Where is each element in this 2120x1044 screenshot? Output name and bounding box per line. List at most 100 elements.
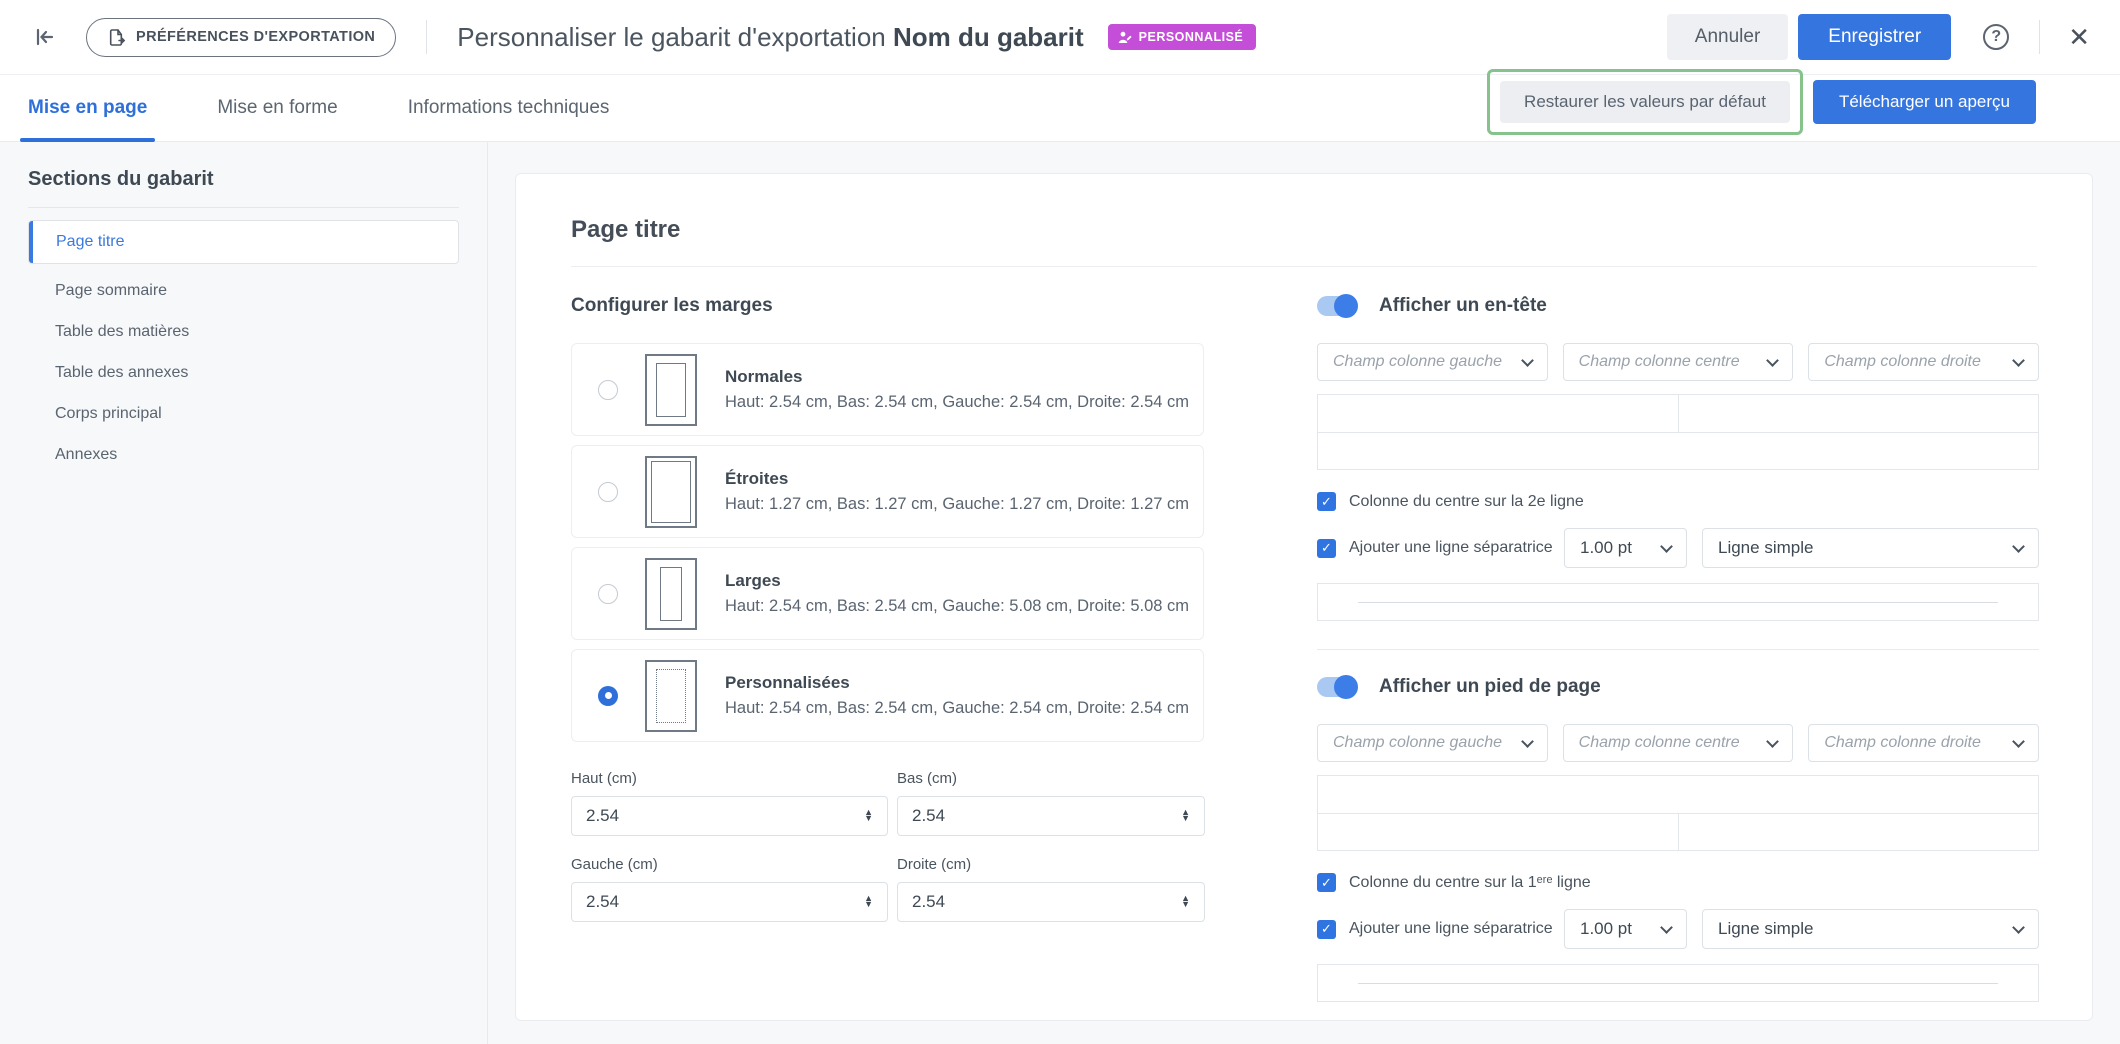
save-button[interactable]: Enregistrer [1798, 14, 1951, 60]
footer-separator-checkbox[interactable]: ✓ [1317, 920, 1336, 939]
header-preview-row-2 [1318, 432, 2038, 469]
bas-input[interactable]: 2.54 ▲▼ [897, 796, 1205, 836]
sidebar-item-page-titre[interactable]: Page titre [28, 220, 459, 264]
margin-option-personnalisees[interactable]: Personnalisées Haut: 2.54 cm, Bas: 2.54 … [571, 649, 1204, 742]
section-title: Page titre [571, 216, 2037, 244]
collapse-sidebar-button[interactable] [30, 23, 58, 51]
footer-separator-style-select[interactable]: Ligne simple [1702, 909, 2039, 949]
sidebar-item-page-sommaire[interactable]: Page sommaire [28, 270, 459, 311]
margin-option-details: Haut: 2.54 cm, Bas: 2.54 cm, Gauche: 5.0… [725, 597, 1189, 616]
select-placeholder: Champ colonne droite [1824, 353, 1981, 371]
header-center-checkbox-label: Colonne du centre sur la 2e ligne [1349, 493, 1584, 511]
chevron-down-icon [1766, 354, 1779, 367]
footer-separator-thickness-select[interactable]: 1.00 pt [1564, 909, 1687, 949]
field-droite: Droite (cm) 2.54 ▲▼ [897, 856, 1205, 922]
chevron-down-icon [2012, 735, 2025, 748]
stepper-down-icon[interactable]: ▼ [864, 816, 873, 822]
footer-select-right-column[interactable]: Champ colonne droite [1808, 724, 2039, 762]
margin-option-details: Haut: 2.54 cm, Bas: 2.54 cm, Gauche: 2.5… [725, 393, 1189, 412]
sidebar-item-corps-principal[interactable]: Corps principal [28, 393, 459, 434]
header-center-checkbox-row: ✓ Colonne du centre sur la 2e ligne [1317, 492, 2039, 511]
tab-mise-en-page[interactable]: Mise en page [24, 75, 151, 141]
radio-personnalisees[interactable] [598, 686, 618, 706]
radio-etroites[interactable] [598, 482, 618, 502]
droite-input[interactable]: 2.54 ▲▼ [897, 882, 1205, 922]
margin-option-etroites[interactable]: Étroites Haut: 1.27 cm, Bas: 1.27 cm, Ga… [571, 445, 1204, 538]
footer-select-center-column[interactable]: Champ colonne centre [1563, 724, 1794, 762]
sidebar-item-table-des-annexes[interactable]: Table des annexes [28, 352, 459, 393]
footer-select-left-column[interactable]: Champ colonne gauche [1317, 724, 1548, 762]
export-preferences-label: PRÉFÉRENCES D'EXPORTATION [136, 29, 375, 45]
header-separator-thickness-select[interactable]: 1.00 pt [1564, 528, 1687, 568]
footer-preview-cell [1318, 776, 2038, 813]
field-haut-label: Haut (cm) [571, 770, 888, 787]
footer-toggle[interactable] [1317, 677, 1355, 697]
header-toggle[interactable] [1317, 296, 1355, 316]
footer-separator-row: ✓ Ajouter une ligne séparatrice 1.00 pt … [1317, 909, 2039, 949]
margin-option-title: Normales [725, 367, 1189, 387]
sidebar-item-table-des-matieres[interactable]: Table des matières [28, 311, 459, 352]
chevron-down-icon [1660, 921, 1673, 934]
gauche-input[interactable]: 2.54 ▲▼ [571, 882, 888, 922]
header-separator-style-select[interactable]: Ligne simple [1702, 528, 2039, 568]
radio-normales[interactable] [598, 380, 618, 400]
header-select-center-column[interactable]: Champ colonne centre [1563, 343, 1794, 381]
header-center-checkbox[interactable]: ✓ [1317, 492, 1336, 511]
chevron-down-icon [1521, 354, 1534, 367]
margin-option-larges[interactable]: Larges Haut: 2.54 cm, Bas: 2.54 cm, Gauc… [571, 547, 1204, 640]
close-button[interactable]: ✕ [2040, 24, 2090, 50]
header-preview-cell [1318, 433, 2038, 469]
header-footer-divider [1317, 649, 2039, 650]
chevron-down-icon [1660, 540, 1673, 553]
stepper-icon[interactable]: ▲▼ [1181, 896, 1190, 908]
stepper-icon[interactable]: ▲▼ [864, 810, 873, 822]
stepper-icon[interactable]: ▲▼ [864, 896, 873, 908]
header-separator-checkbox[interactable]: ✓ [1317, 539, 1336, 558]
cancel-button[interactable]: Annuler [1667, 14, 1789, 60]
header-divider [426, 20, 427, 54]
footer-center-checkbox[interactable]: ✓ [1317, 873, 1336, 892]
footer-separator-checkbox-label: Ajouter une ligne séparatrice [1349, 920, 1553, 938]
chevron-down-icon [2012, 540, 2025, 553]
select-placeholder: Champ colonne centre [1579, 734, 1740, 752]
header-separator-checkbox-label: Ajouter une ligne séparatrice [1349, 539, 1553, 557]
tab-informations-techniques[interactable]: Informations techniques [404, 75, 614, 141]
download-preview-button[interactable]: Télécharger un aperçu [1813, 80, 2036, 124]
export-preferences-button[interactable]: PRÉFÉRENCES D'EXPORTATION [86, 18, 396, 57]
margin-option-normales[interactable]: Normales Haut: 2.54 cm, Bas: 2.54 cm, Ga… [571, 343, 1204, 436]
footer-separator-checkbox-row: ✓ Ajouter une ligne séparatrice [1317, 920, 1553, 939]
margin-option-text: Larges Haut: 2.54 cm, Bas: 2.54 cm, Gauc… [725, 571, 1189, 616]
body-area: Sections du gabarit Page titre Page somm… [0, 142, 2120, 1044]
footer-toggle-label: Afficher un pied de page [1379, 676, 1601, 698]
thickness-value: 1.00 pt [1580, 538, 1632, 558]
radio-larges[interactable] [598, 584, 618, 604]
restore-defaults-button[interactable]: Restaurer les valeurs par défaut [1500, 81, 1790, 123]
card-columns: Configurer les marges Normales Haut: 2.5… [571, 295, 2037, 1002]
header-toggle-row: Afficher un en-tête [1317, 295, 2039, 317]
stepper-down-icon[interactable]: ▼ [864, 902, 873, 908]
header-select-right-column[interactable]: Champ colonne droite [1808, 343, 2039, 381]
stepper-down-icon[interactable]: ▼ [1181, 902, 1190, 908]
field-bas-label: Bas (cm) [897, 770, 1205, 787]
tab-mise-en-forme[interactable]: Mise en forme [213, 75, 341, 141]
stepper-icon[interactable]: ▲▼ [1181, 810, 1190, 822]
select-placeholder: Champ colonne centre [1579, 353, 1740, 371]
sidebar-heading-divider [28, 207, 459, 208]
haut-input[interactable]: 2.54 ▲▼ [571, 796, 888, 836]
header-separator-checkbox-row: ✓ Ajouter une ligne séparatrice [1317, 539, 1553, 558]
page-margins-normal-icon [645, 354, 697, 426]
select-placeholder: Champ colonne droite [1824, 734, 1981, 752]
stepper-down-icon[interactable]: ▼ [1181, 816, 1190, 822]
restore-defaults-highlight: Restaurer les valeurs par défaut [1487, 69, 1803, 135]
sidebar-item-annexes[interactable]: Annexes [28, 434, 459, 475]
header-preview-cell [1318, 395, 1678, 432]
header-select-left-column[interactable]: Champ colonne gauche [1317, 343, 1548, 381]
page-margins-narrow-icon [645, 456, 697, 528]
document-export-icon [107, 28, 126, 47]
haut-value: 2.54 [586, 806, 619, 826]
margin-option-title: Larges [725, 571, 1189, 591]
help-button[interactable]: ? [1951, 24, 2009, 50]
app-header: PRÉFÉRENCES D'EXPORTATION Personnaliser … [0, 0, 2120, 75]
margin-option-title: Personnalisées [725, 673, 1189, 693]
field-gauche-label: Gauche (cm) [571, 856, 888, 873]
